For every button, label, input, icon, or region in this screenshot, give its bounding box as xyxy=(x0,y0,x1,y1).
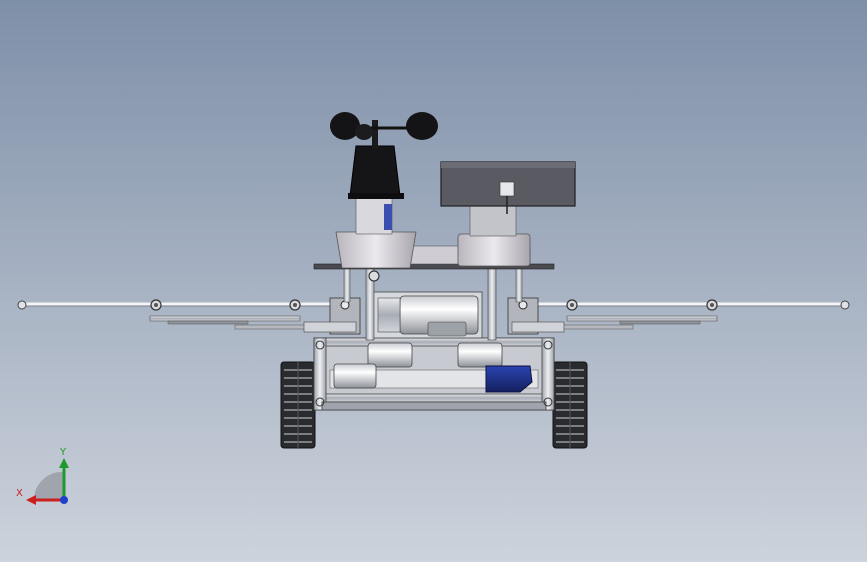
track-right xyxy=(552,361,588,449)
axis-triad[interactable]: Y X xyxy=(16,447,69,505)
x-axis-label: X xyxy=(16,488,23,499)
linear-actuator xyxy=(369,291,483,339)
y-axis-label: Y xyxy=(59,447,67,458)
side-arm-left xyxy=(17,299,345,330)
sensor-housing-right xyxy=(457,205,531,267)
battery-motor xyxy=(333,363,377,389)
cad-viewport[interactable]: Y X xyxy=(0,0,867,562)
sensor-housing-left xyxy=(335,231,417,269)
robot-model-front-view: Y X xyxy=(16,112,850,505)
anemometer xyxy=(330,112,438,235)
battery-pack xyxy=(485,365,533,393)
z-axis-dot xyxy=(60,496,68,504)
track-left xyxy=(280,361,316,449)
drive-motor-left xyxy=(367,342,413,368)
side-arm-right xyxy=(522,299,850,330)
solar-panel xyxy=(440,161,576,214)
drive-motor-right xyxy=(457,342,503,368)
